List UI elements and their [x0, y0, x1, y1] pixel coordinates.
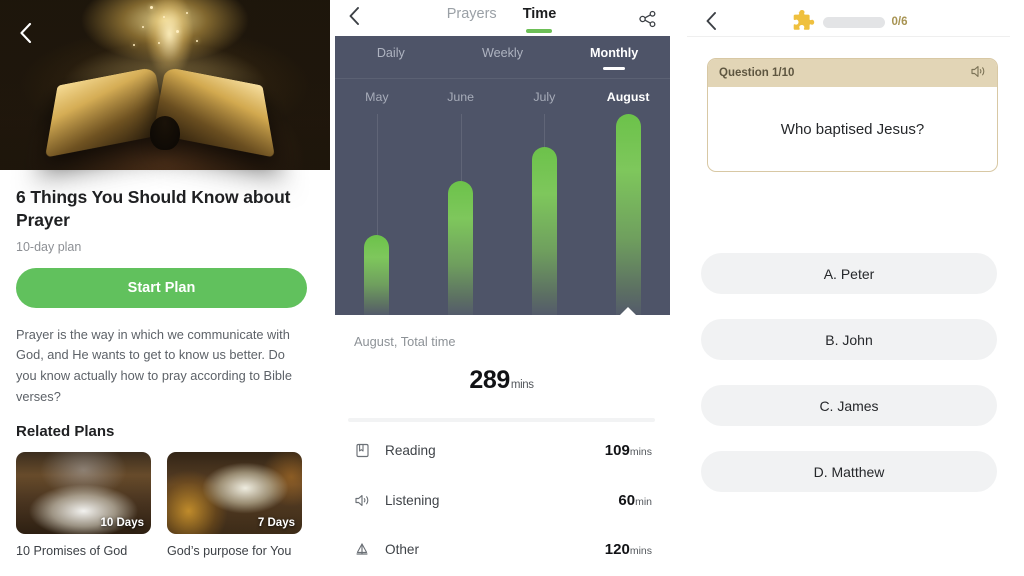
answer-option-d[interactable]: D. Matthew	[701, 451, 997, 492]
question-card: Question 1/10 Who baptised Jesus?	[707, 58, 998, 172]
quiz-panel: 0/6 Question 1/10 Who baptised Jesus? A.…	[673, 0, 1024, 576]
chart-plot-area	[335, 114, 670, 315]
start-plan-button[interactable]: Start Plan	[16, 267, 307, 308]
book-spine	[150, 116, 180, 150]
back-button[interactable]	[14, 22, 36, 44]
tab-bar: Prayers Time	[330, 6, 673, 22]
divider	[335, 78, 670, 79]
share-icon	[639, 10, 656, 28]
range-tab-monthly[interactable]: Monthly	[558, 46, 670, 60]
plan-duration: 10-day plan	[16, 239, 82, 254]
chart-bar-column[interactable]	[335, 114, 419, 315]
stat-value: 109mins	[605, 442, 652, 459]
status-badge: 7 Days	[257, 517, 295, 530]
axis-tick-july[interactable]: July	[503, 90, 587, 104]
stat-label: Other	[385, 541, 419, 557]
total-time-unit: mins	[510, 379, 534, 391]
stat-number: 60	[618, 491, 636, 509]
speaker-button[interactable]	[970, 64, 987, 84]
puzzle-piece-icon	[793, 10, 814, 30]
answer-option-c[interactable]: C. James	[701, 385, 997, 426]
answer-options: A. Peter B. John C. James D. Matthew	[701, 253, 997, 517]
divider	[348, 418, 655, 422]
related-plan-thumbnail[interactable]: 7 Days	[167, 452, 302, 535]
chart-bar-column[interactable]	[503, 114, 587, 315]
divider	[687, 36, 1010, 37]
chart-x-axis-labels: May June July August	[335, 90, 670, 104]
range-tab-weekly[interactable]: Weekly	[447, 46, 559, 60]
stat-label: Reading	[385, 442, 436, 458]
table-row[interactable]: Reading 109mins	[352, 438, 652, 462]
stat-number: 120	[604, 540, 630, 558]
stat-unit: mins	[629, 544, 652, 557]
table-row[interactable]: Listening 60min	[352, 488, 652, 512]
related-plan-title: 10 Promises of God	[16, 544, 128, 559]
stat-unit: mins	[629, 445, 652, 458]
axis-tick-may[interactable]: May	[335, 90, 419, 104]
speaker-icon	[971, 66, 985, 77]
range-tab-bar: Daily Weekly Monthly	[335, 36, 670, 70]
related-plan-thumbnail[interactable]: 10 Days	[16, 452, 151, 535]
share-button[interactable]	[639, 10, 657, 33]
back-button[interactable]	[348, 6, 360, 30]
plan-hero-image	[0, 0, 330, 170]
progress-count: 0/6	[891, 16, 908, 28]
stat-value: 60min	[618, 492, 652, 509]
chart-bar[interactable]	[531, 147, 557, 315]
chart-bar[interactable]	[364, 235, 390, 315]
question-card-header: Question 1/10	[708, 59, 997, 87]
range-tab-daily[interactable]: Daily	[335, 46, 447, 60]
quiz-header: 0/6	[673, 0, 1024, 37]
related-plan-title: God’s purpose for You	[167, 544, 292, 559]
status-badge: 10 Days	[100, 517, 144, 530]
page-title: 6 Things You Should Know about Prayer	[16, 187, 291, 231]
total-time-value: 289mins	[330, 366, 673, 395]
answer-option-b[interactable]: B. John	[701, 319, 997, 360]
chart-bar-column[interactable]	[419, 114, 503, 315]
chart-bar-column[interactable]	[586, 114, 670, 315]
related-plans-heading: Related Plans	[16, 423, 115, 441]
book-icon	[352, 443, 372, 458]
answer-option-a[interactable]: A. Peter	[701, 253, 997, 294]
list-item[interactable]: 10 Days 10 Promises of God	[16, 452, 151, 559]
book-page-left	[44, 66, 168, 158]
time-chart: Daily Weekly Monthly May June July Augus…	[335, 36, 670, 315]
plan-detail-panel: 6 Things You Should Know about Prayer 10…	[0, 0, 330, 576]
table-row[interactable]: Other 120mins	[352, 537, 652, 561]
tab-time[interactable]: Time	[523, 6, 557, 22]
chevron-left-icon	[349, 6, 359, 25]
question-counter: Question 1/10	[719, 67, 795, 79]
list-item[interactable]: 7 Days God’s purpose for You	[167, 452, 302, 559]
chevron-left-icon	[19, 23, 31, 43]
question-text: Who baptised Jesus?	[780, 120, 925, 138]
time-stats-panel: Prayers Time Daily Weekly Monthly May Ju…	[330, 0, 673, 576]
speaker-icon	[352, 493, 372, 508]
stat-label: Listening	[385, 492, 440, 508]
tab-prayers[interactable]: Prayers	[447, 6, 497, 22]
axis-tick-august[interactable]: August	[586, 90, 670, 104]
chart-bar[interactable]	[615, 114, 641, 315]
plan-description: Prayer is the way in which we communicat…	[16, 326, 292, 404]
total-time-number: 289	[469, 366, 510, 394]
stat-unit: min	[635, 495, 652, 508]
total-time-label: August, Total time	[354, 334, 456, 349]
scales-icon	[352, 542, 372, 557]
time-header: Prayers Time	[330, 0, 673, 36]
chart-selection-pointer	[619, 307, 638, 315]
stat-number: 109	[604, 441, 630, 459]
progress-bar	[822, 16, 885, 28]
related-plans-list: 10 Days 10 Promises of God 7 Days God’s …	[16, 452, 314, 559]
quiz-progress: 0/6	[673, 9, 1024, 35]
axis-tick-june[interactable]: June	[419, 90, 503, 104]
chart-bar[interactable]	[448, 181, 474, 315]
stat-value: 120mins	[605, 541, 652, 558]
